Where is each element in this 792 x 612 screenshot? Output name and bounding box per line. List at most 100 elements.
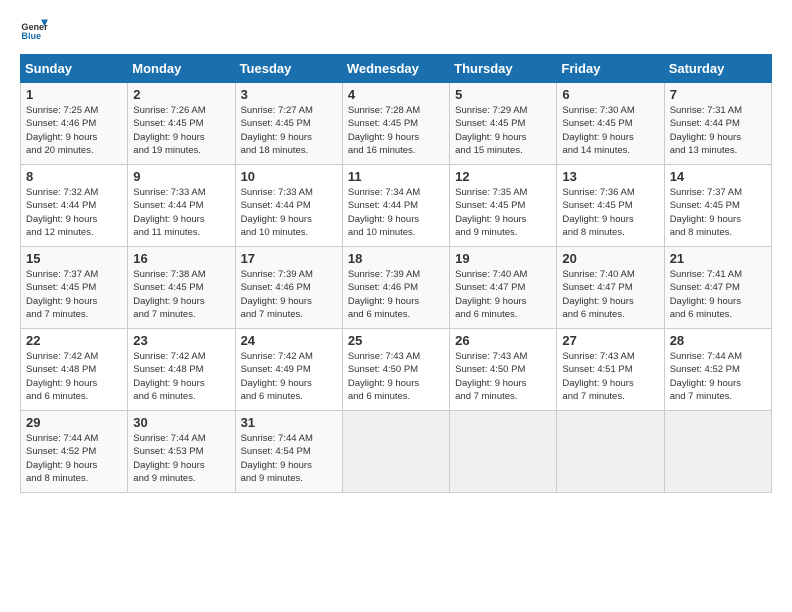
svg-text:Blue: Blue (21, 31, 41, 41)
cell-text: Sunrise: 7:39 AMSunset: 4:46 PMDaylight:… (241, 268, 337, 321)
day-number: 29 (26, 415, 122, 430)
cell-text: Sunrise: 7:33 AMSunset: 4:44 PMDaylight:… (241, 186, 337, 239)
day-number: 19 (455, 251, 551, 266)
calendar-cell: 28 Sunrise: 7:44 AMSunset: 4:52 PMDayligh… (664, 329, 771, 411)
dow-header-tuesday: Tuesday (235, 55, 342, 83)
calendar-week-1: 1 Sunrise: 7:25 AMSunset: 4:46 PMDaylight… (21, 83, 772, 165)
day-number: 1 (26, 87, 122, 102)
dow-header-wednesday: Wednesday (342, 55, 449, 83)
dow-header-monday: Monday (128, 55, 235, 83)
day-number: 17 (241, 251, 337, 266)
day-number: 22 (26, 333, 122, 348)
calendar-cell: 19 Sunrise: 7:40 AMSunset: 4:47 PMDayligh… (450, 247, 557, 329)
calendar-cell (557, 411, 664, 493)
dow-header-sunday: Sunday (21, 55, 128, 83)
day-number: 3 (241, 87, 337, 102)
cell-text: Sunrise: 7:33 AMSunset: 4:44 PMDaylight:… (133, 186, 229, 239)
calendar-cell: 14 Sunrise: 7:37 AMSunset: 4:45 PMDayligh… (664, 165, 771, 247)
cell-text: Sunrise: 7:44 AMSunset: 4:52 PMDaylight:… (670, 350, 766, 403)
calendar-cell: 20Sunrise: 7:40 AMSunset: 4:47 PMDayligh… (557, 247, 664, 329)
cell-text: Sunrise: 7:36 AMSunset: 4:45 PMDaylight:… (562, 186, 658, 239)
cell-text: Sunrise: 7:40 AMSunset: 4:47 PMDaylight:… (455, 268, 551, 321)
cell-text: Sunrise: 7:42 AMSunset: 4:48 PMDaylight:… (26, 350, 122, 403)
calendar-cell: 15 Sunrise: 7:37 AMSunset: 4:45 PMDayligh… (21, 247, 128, 329)
cell-text: Sunrise: 7:38 AMSunset: 4:45 PMDaylight:… (133, 268, 229, 321)
calendar-cell (450, 411, 557, 493)
day-number: 21 (670, 251, 766, 266)
day-number: 30 (133, 415, 229, 430)
calendar-cell: 22 Sunrise: 7:42 AMSunset: 4:48 PMDayligh… (21, 329, 128, 411)
cell-text: Sunrise: 7:37 AMSunset: 4:45 PMDaylight:… (670, 186, 766, 239)
calendar-week-3: 15 Sunrise: 7:37 AMSunset: 4:45 PMDayligh… (21, 247, 772, 329)
calendar-cell: 7 Sunrise: 7:31 AMSunset: 4:44 PMDaylight… (664, 83, 771, 165)
logo: General Blue (20, 16, 48, 44)
cell-text: Sunrise: 7:43 AMSunset: 4:50 PMDaylight:… (348, 350, 444, 403)
day-number: 26 (455, 333, 551, 348)
calendar-cell: 3 Sunrise: 7:27 AMSunset: 4:45 PMDaylight… (235, 83, 342, 165)
dow-header-thursday: Thursday (450, 55, 557, 83)
day-number: 15 (26, 251, 122, 266)
cell-text: Sunrise: 7:42 AMSunset: 4:49 PMDaylight:… (241, 350, 337, 403)
cell-text: Sunrise: 7:43 AMSunset: 4:50 PMDaylight:… (455, 350, 551, 403)
cell-text: Sunrise: 7:34 AMSunset: 4:44 PMDaylight:… (348, 186, 444, 239)
logo-icon: General Blue (20, 16, 48, 44)
day-number: 10 (241, 169, 337, 184)
cell-text: Sunrise: 7:35 AMSunset: 4:45 PMDaylight:… (455, 186, 551, 239)
calendar-cell: 8Sunrise: 7:32 AMSunset: 4:44 PMDaylight… (21, 165, 128, 247)
day-number: 4 (348, 87, 444, 102)
calendar-cell: 18 Sunrise: 7:39 AMSunset: 4:46 PMDayligh… (342, 247, 449, 329)
day-number: 12 (455, 169, 551, 184)
cell-text: Sunrise: 7:28 AMSunset: 4:45 PMDaylight:… (348, 104, 444, 157)
day-number: 23 (133, 333, 229, 348)
cell-text: Sunrise: 7:44 AMSunset: 4:54 PMDaylight:… (241, 432, 337, 485)
day-number: 13 (562, 169, 658, 184)
calendar-cell: 1 Sunrise: 7:25 AMSunset: 4:46 PMDaylight… (21, 83, 128, 165)
cell-text: Sunrise: 7:26 AMSunset: 4:45 PMDaylight:… (133, 104, 229, 157)
day-number: 25 (348, 333, 444, 348)
calendar-cell: 27Sunrise: 7:43 AMSunset: 4:51 PMDayligh… (557, 329, 664, 411)
calendar-cell: 17 Sunrise: 7:39 AMSunset: 4:46 PMDayligh… (235, 247, 342, 329)
calendar-cell: 25 Sunrise: 7:43 AMSunset: 4:50 PMDayligh… (342, 329, 449, 411)
cell-text: Sunrise: 7:43 AMSunset: 4:51 PMDaylight:… (562, 350, 658, 403)
cell-text: Sunrise: 7:30 AMSunset: 4:45 PMDaylight:… (562, 104, 658, 157)
day-number: 18 (348, 251, 444, 266)
cell-text: Sunrise: 7:39 AMSunset: 4:46 PMDaylight:… (348, 268, 444, 321)
calendar-cell: 2Sunrise: 7:26 AMSunset: 4:45 PMDaylight… (128, 83, 235, 165)
day-number: 11 (348, 169, 444, 184)
dow-header-saturday: Saturday (664, 55, 771, 83)
day-number: 31 (241, 415, 337, 430)
calendar-cell: 16Sunrise: 7:38 AMSunset: 4:45 PMDayligh… (128, 247, 235, 329)
day-number: 24 (241, 333, 337, 348)
cell-text: Sunrise: 7:29 AMSunset: 4:45 PMDaylight:… (455, 104, 551, 157)
cell-text: Sunrise: 7:37 AMSunset: 4:45 PMDaylight:… (26, 268, 122, 321)
day-number: 8 (26, 169, 122, 184)
day-number: 20 (562, 251, 658, 266)
calendar-cell: 24 Sunrise: 7:42 AMSunset: 4:49 PMDayligh… (235, 329, 342, 411)
day-number: 14 (670, 169, 766, 184)
calendar-cell (342, 411, 449, 493)
calendar-cell: 30 Sunrise: 7:44 AMSunset: 4:53 PMDayligh… (128, 411, 235, 493)
calendar-week-4: 22 Sunrise: 7:42 AMSunset: 4:48 PMDayligh… (21, 329, 772, 411)
calendar-cell: 11 Sunrise: 7:34 AMSunset: 4:44 PMDayligh… (342, 165, 449, 247)
calendar-cell: 13 Sunrise: 7:36 AMSunset: 4:45 PMDayligh… (557, 165, 664, 247)
cell-text: Sunrise: 7:31 AMSunset: 4:44 PMDaylight:… (670, 104, 766, 157)
cell-text: Sunrise: 7:25 AMSunset: 4:46 PMDaylight:… (26, 104, 122, 157)
cell-text: Sunrise: 7:27 AMSunset: 4:45 PMDaylight:… (241, 104, 337, 157)
calendar-cell: 9Sunrise: 7:33 AMSunset: 4:44 PMDaylight… (128, 165, 235, 247)
day-number: 5 (455, 87, 551, 102)
calendar-cell: 31 Sunrise: 7:44 AMSunset: 4:54 PMDayligh… (235, 411, 342, 493)
calendar-table: SundayMondayTuesdayWednesdayThursdayFrid… (20, 54, 772, 493)
day-number: 7 (670, 87, 766, 102)
cell-text: Sunrise: 7:44 AMSunset: 4:53 PMDaylight:… (133, 432, 229, 485)
calendar-cell: 21 Sunrise: 7:41 AMSunset: 4:47 PMDayligh… (664, 247, 771, 329)
cell-text: Sunrise: 7:41 AMSunset: 4:47 PMDaylight:… (670, 268, 766, 321)
calendar-cell: 6 Sunrise: 7:30 AMSunset: 4:45 PMDaylight… (557, 83, 664, 165)
calendar-cell: 4 Sunrise: 7:28 AMSunset: 4:45 PMDaylight… (342, 83, 449, 165)
day-number: 28 (670, 333, 766, 348)
header: General Blue (20, 16, 772, 44)
calendar-week-2: 8Sunrise: 7:32 AMSunset: 4:44 PMDaylight… (21, 165, 772, 247)
calendar-cell: 29 Sunrise: 7:44 AMSunset: 4:52 PMDayligh… (21, 411, 128, 493)
cell-text: Sunrise: 7:44 AMSunset: 4:52 PMDaylight:… (26, 432, 122, 485)
day-number: 6 (562, 87, 658, 102)
calendar-cell (664, 411, 771, 493)
